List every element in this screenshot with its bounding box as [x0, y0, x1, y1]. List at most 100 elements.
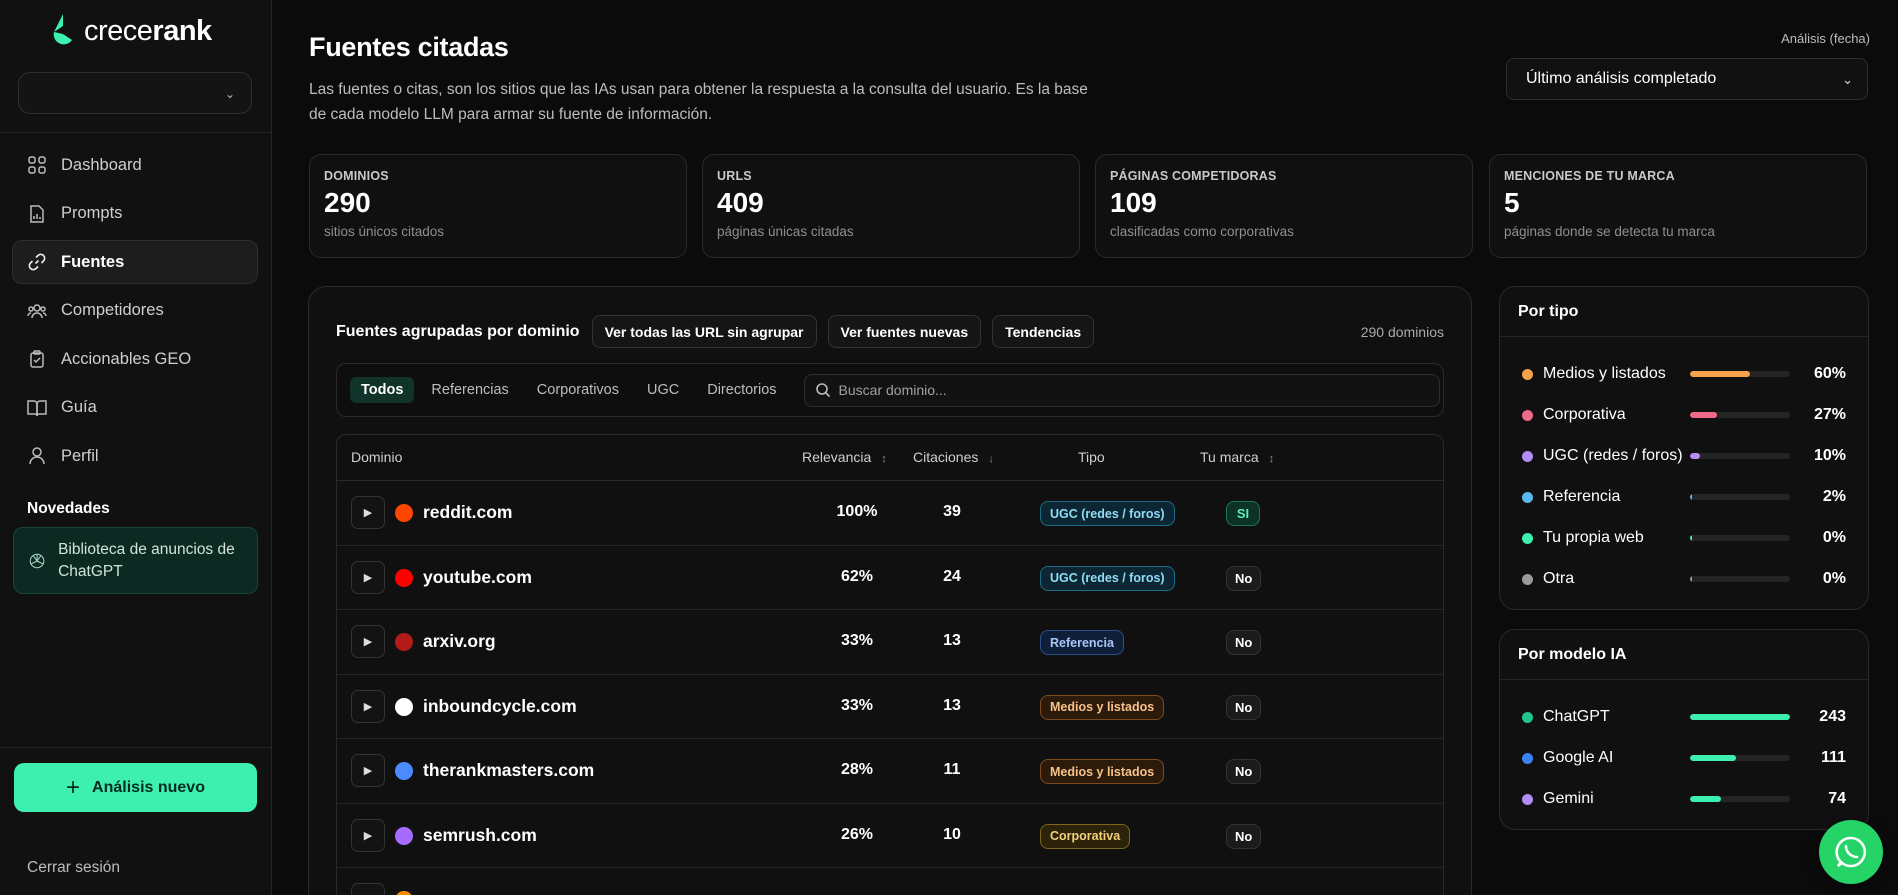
table-row[interactable]: ▶ — [337, 868, 1443, 895]
sort-icon: ↕ — [881, 453, 887, 465]
filter-ugc[interactable]: UGC — [636, 377, 690, 403]
legend-dot — [1522, 711, 1533, 723]
filter-directorios[interactable]: Directorios — [696, 377, 787, 403]
progress-bar — [1690, 412, 1790, 418]
expand-row-button[interactable]: ▶ — [351, 496, 385, 529]
trends-button[interactable]: Tendencias — [992, 315, 1095, 348]
sidebar-nav: Dashboard Prompts Fuentes Competidores Accio… — [12, 143, 258, 483]
expand-row-button[interactable]: ▶ — [351, 883, 385, 895]
type-row: Corporativa 27% — [1522, 404, 1846, 426]
by-type-panel: Por tipo Medios y listados 60% Corporativa… — [1499, 286, 1869, 610]
progress-bar — [1690, 714, 1790, 720]
domain-name[interactable]: semrush.com — [423, 825, 537, 846]
expand-row-button[interactable]: ▶ — [351, 560, 385, 594]
logout-link[interactable]: Cerrar sesión — [27, 859, 120, 877]
favicon-icon — [395, 697, 413, 716]
type-row: Otra 0% — [1522, 568, 1846, 590]
brand-badge: No — [1226, 759, 1262, 784]
sidebar-item-accionables-geo[interactable]: Accionables GEO — [12, 337, 258, 381]
row-value: 243 — [1819, 708, 1846, 725]
sidebar-item-perfil[interactable]: Perfil — [12, 434, 258, 478]
sidebar-item-guía[interactable]: Guía — [12, 386, 258, 430]
row-label: UGC (redes / foros) — [1543, 447, 1683, 464]
col-relevance[interactable]: Relevancia ↕ — [802, 449, 887, 465]
search-icon — [815, 383, 830, 398]
user-icon — [27, 446, 47, 466]
progress-bar — [1690, 576, 1790, 582]
row-label: Google AI — [1543, 749, 1614, 766]
table-row[interactable]: ▶ reddit.com 100% 39 UGC (redes / foros) SI — [337, 481, 1443, 546]
logo[interactable]: crecerank — [50, 12, 212, 50]
filter-corporativos[interactable]: Corporativos — [526, 377, 630, 403]
sidebar-item-label: Perfil — [61, 446, 99, 465]
organization-select[interactable]: ⌄ — [18, 72, 252, 114]
view-all-urls-button[interactable]: Ver todas las URL sin agrupar — [591, 315, 817, 348]
expand-row-button[interactable]: ▶ — [351, 818, 385, 852]
whatsapp-button[interactable] — [1819, 820, 1883, 884]
sidebar-item-dashboard[interactable]: Dashboard — [12, 143, 258, 187]
novedad-label: Biblioteca de anuncios de ChatGPT — [58, 540, 235, 580]
citations-value: 24 — [943, 567, 961, 585]
col-domain: Dominio — [351, 449, 403, 465]
expand-row-button[interactable]: ▶ — [351, 689, 385, 723]
sidebar-item-fuentes[interactable]: Fuentes — [12, 240, 258, 284]
filter-todos[interactable]: Todos — [350, 377, 415, 403]
sidebar-item-label: Guía — [61, 398, 97, 416]
progress-fill — [1690, 412, 1717, 418]
row-label: Tu propia web — [1543, 529, 1644, 546]
book-icon — [27, 398, 47, 418]
sidebar-item-prompts[interactable]: Prompts — [12, 192, 258, 236]
divider — [0, 747, 272, 748]
table-row[interactable]: ▶ therankmasters.com 28% 11 Medios y listado… — [337, 739, 1443, 804]
sidebar-item-competidores[interactable]: Competidores — [12, 289, 258, 333]
relevance-value: 33% — [840, 696, 874, 714]
expand-row-button[interactable]: ▶ — [351, 754, 385, 787]
domain-name[interactable]: therankmasters.com — [423, 760, 594, 781]
new-analysis-button[interactable]: + Análisis nuevo — [14, 763, 257, 812]
relevance-value: 100% — [836, 503, 878, 520]
table-row[interactable]: ▶ inboundcycle.com 33% 13 Medios y listados N… — [337, 675, 1443, 739]
stat-value: 5 — [1504, 187, 1520, 218]
view-new-sources-button[interactable]: Ver fuentes nuevas — [827, 315, 982, 348]
table-row[interactable]: ▶ arxiv.org 33% 13 Referencia No — [337, 610, 1443, 675]
domains-table: Dominio Relevancia ↕ Citaciones ↓ Tipo Tu … — [336, 434, 1444, 895]
model-row: Google AI 111 — [1522, 747, 1846, 769]
analysis-date-select[interactable]: Último análisis completado ⌄ — [1506, 58, 1868, 100]
domain-name[interactable]: reddit.com — [423, 502, 512, 523]
type-badge: Medios y listados — [1040, 759, 1165, 784]
sidebar-item-label: Competidores — [61, 301, 164, 319]
sidebar-item-label: Dashboard — [61, 155, 142, 174]
row-value: 2% — [1822, 488, 1846, 505]
search-input[interactable] — [838, 382, 1419, 398]
type-row: Medios y listados 60% — [1522, 363, 1846, 385]
openai-icon — [29, 553, 45, 568]
analysis-date-value: Último análisis completado — [1526, 70, 1717, 87]
domain-name[interactable]: inboundcycle.com — [423, 696, 577, 717]
col-citations[interactable]: Citaciones ↓ — [913, 449, 994, 465]
stat-subtitle: sitios únicos citados — [324, 224, 445, 239]
page-description: Las fuentes o citas, son los sitios que … — [309, 81, 1088, 123]
domain-name[interactable]: arxiv.org — [423, 631, 496, 652]
by-type-title: Por tipo — [1500, 287, 1868, 337]
logo-mark-icon — [53, 14, 72, 45]
new-analysis-label: Análisis nuevo — [92, 778, 205, 796]
citations-value: 13 — [943, 696, 961, 714]
sidebar-item-label: Accionables GEO — [61, 349, 192, 368]
favicon-icon — [395, 633, 413, 651]
filter-referencias[interactable]: Referencias — [420, 377, 519, 403]
sidebar-item-label: Fuentes — [61, 252, 125, 271]
expand-row-button[interactable]: ▶ — [351, 625, 385, 658]
domain-name[interactable]: youtube.com — [423, 567, 532, 588]
legend-dot — [1522, 450, 1533, 462]
table-row[interactable]: ▶ youtube.com 62% 24 UGC (redes / foros) No — [337, 546, 1443, 610]
sources-panel: Fuentes agrupadas por dominio Ver todas … — [308, 286, 1472, 895]
novedad-chatgpt-ads-library[interactable]: Biblioteca de anuncios de ChatGPT — [13, 527, 258, 594]
chevron-down-icon: ⌄ — [224, 87, 235, 101]
table-row[interactable]: ▶ semrush.com 26% 10 Corporativa No — [337, 804, 1443, 868]
col-brand[interactable]: Tu marca ↕ — [1200, 449, 1274, 465]
type-row: UGC (redes / foros) 10% — [1522, 445, 1846, 467]
row-label: Otra — [1543, 570, 1575, 587]
model-row: ChatGPT 243 — [1522, 706, 1846, 728]
row-value: 27% — [1813, 406, 1846, 423]
legend-dot — [1522, 752, 1533, 764]
